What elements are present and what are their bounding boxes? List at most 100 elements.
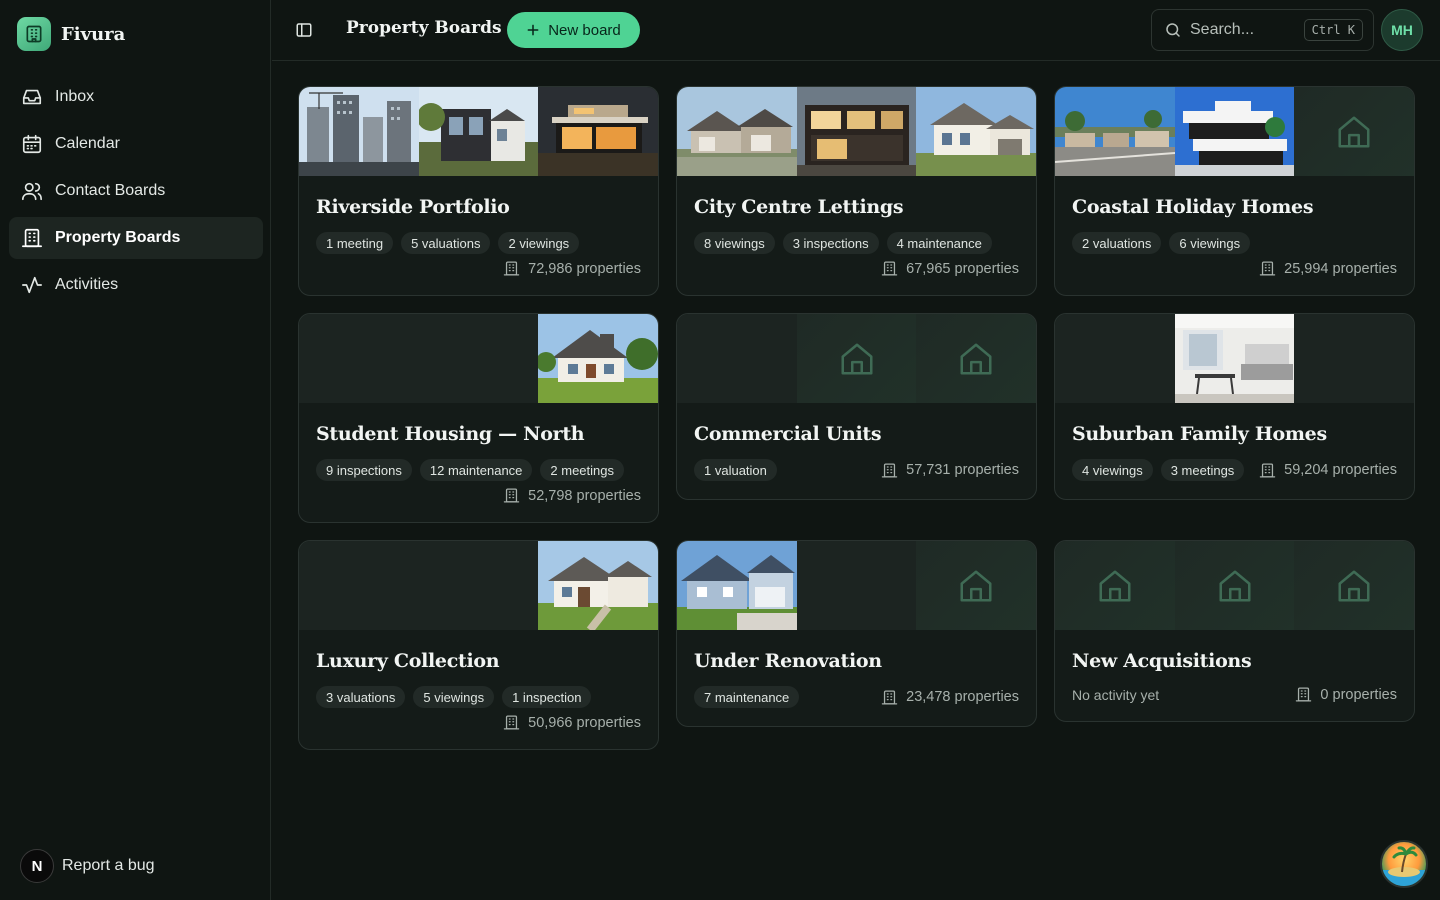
board-title: Under Renovation	[694, 650, 882, 672]
board-title: Luxury Collection	[316, 650, 500, 672]
search-shortcut: Ctrl K	[1303, 19, 1363, 41]
property-photo	[796, 87, 917, 176]
board-meta: 1 valuation 57,731 properties	[694, 459, 1019, 481]
board-thumbnails	[299, 87, 658, 176]
property-count-row: 52,798 properties	[316, 487, 641, 504]
activity-chips: 2 valuations 6 viewings	[1072, 232, 1251, 254]
activity-chip: 9 inspections	[316, 459, 412, 481]
property-count-label: 67,965 properties	[906, 260, 1019, 277]
property-board-card[interactable]: Suburban Family Homes 4 viewings 3 meeting…	[1054, 313, 1415, 500]
new-board-button[interactable]: New board	[507, 12, 640, 48]
brand-name: Fivura	[61, 23, 126, 45]
card-body: Student Housing — North 9 inspections 12 m…	[299, 403, 658, 522]
placeholder-thumbnail	[1055, 541, 1175, 630]
activity-chip: 1 valuation	[694, 459, 777, 481]
board-meta: 4 viewings 3 meetings 59,204 properties	[1072, 459, 1397, 481]
activity-chip: 7 maintenance	[694, 686, 800, 708]
report-bug-link[interactable]: N Report a bug	[20, 848, 155, 884]
board-thumbnails	[299, 541, 658, 630]
property-photo	[1174, 87, 1295, 176]
activity-chips: 1 meeting 5 valuations 2 viewings	[316, 232, 580, 254]
activity-chip: 3 meetings	[1160, 459, 1245, 481]
property-count-label: 59,204 properties	[1284, 462, 1397, 478]
property-board-card[interactable]: Luxury Collection 3 valuations 5 viewings 1…	[298, 540, 659, 750]
activity-chip: 4 viewings	[1072, 459, 1153, 481]
property-board-card[interactable]: Coastal Holiday Homes 2 valuations 6 viewi…	[1054, 86, 1415, 296]
property-board-card[interactable]: Commercial Units 1 valuation 57,731 proper…	[676, 313, 1037, 500]
placeholder-thumbnail	[1294, 541, 1414, 630]
property-board-card[interactable]: Under Renovation 7 maintenance 23,478 prop…	[676, 540, 1037, 727]
property-board-card[interactable]: City Centre Lettings 8 viewings 3 inspecti…	[676, 86, 1037, 296]
placeholder-thumbnail	[1294, 87, 1414, 176]
property-photo	[677, 87, 797, 176]
board-thumbnails	[677, 314, 1036, 403]
property-photo	[916, 87, 1036, 176]
house-placeholder-icon	[1218, 569, 1251, 602]
sidebar: Fivura Inbox Calendar Contact Boards Pro…	[0, 0, 271, 900]
property-count-row: 25,994 properties	[1072, 260, 1397, 277]
sidebar-item-property-boards[interactable]: Property Boards	[9, 217, 263, 259]
property-photo	[1055, 87, 1175, 176]
property-board-card[interactable]: New Acquisitions No activity yet 0 propert…	[1054, 540, 1415, 722]
sidebar-item-inbox[interactable]: Inbox	[9, 76, 263, 118]
building-icon	[503, 488, 520, 503]
property-count-label: 50,966 properties	[528, 714, 641, 731]
property-count-row: 50,966 properties	[316, 714, 641, 731]
top-bar: Property Boards New board Search... Ctrl…	[272, 0, 1440, 61]
empty-thumbnail	[796, 541, 917, 630]
board-thumbnails	[677, 87, 1036, 176]
property-photo	[538, 87, 658, 176]
property-count: 0 properties	[1295, 686, 1397, 703]
sidebar-item-label: Property Boards	[55, 229, 181, 246]
activity-chips: 7 maintenance	[694, 686, 800, 708]
dev-tools-badge[interactable]: N	[20, 849, 54, 883]
activity-chip: 6 viewings	[1169, 232, 1251, 254]
card-body: City Centre Lettings 8 viewings 3 inspecti…	[677, 176, 1036, 295]
palm-beach-icon	[1382, 846, 1426, 886]
sidebar-item-calendar[interactable]: Calendar	[9, 123, 263, 165]
board-meta: No activity yet 0 properties	[1072, 686, 1397, 703]
user-avatar[interactable]: MH	[1381, 9, 1423, 51]
activity-chip: 1 inspection	[502, 686, 592, 708]
card-body: Under Renovation 7 maintenance 23,478 prop…	[677, 630, 1036, 726]
board-meta: 2 valuations 6 viewings	[1072, 232, 1397, 254]
activity-chips: 1 valuation	[694, 459, 777, 481]
sidebar-item-label: Calendar	[55, 135, 120, 152]
sidebar-item-contact-boards[interactable]: Contact Boards	[9, 170, 263, 212]
property-photo	[538, 541, 658, 630]
empty-thumbnail	[299, 314, 419, 403]
house-placeholder-icon	[1099, 569, 1131, 602]
card-body: New Acquisitions No activity yet 0 propert…	[1055, 630, 1414, 721]
assistant-avatar[interactable]	[1380, 840, 1428, 888]
building-icon	[17, 17, 51, 51]
sidebar-item-label: Contact Boards	[55, 182, 166, 199]
board-thumbnails	[677, 541, 1036, 630]
board-thumbnails	[1055, 314, 1414, 403]
sidebar-item-label: Inbox	[55, 88, 95, 105]
inbox-icon	[22, 89, 42, 105]
board-title: Riverside Portfolio	[316, 196, 510, 218]
card-body: Suburban Family Homes 4 viewings 3 meeting…	[1055, 403, 1414, 499]
property-photo	[538, 314, 658, 403]
property-count-label: 72,986 properties	[528, 260, 641, 277]
search-input[interactable]: Search... Ctrl K	[1151, 9, 1374, 51]
activity-chip: 2 meetings	[540, 459, 624, 481]
property-board-card[interactable]: Riverside Portfolio 1 meeting 5 valuations…	[298, 86, 659, 296]
sidebar-item-activities[interactable]: Activities	[9, 264, 263, 306]
brand[interactable]: Fivura	[17, 16, 125, 52]
users-icon	[22, 182, 42, 201]
building-icon	[881, 462, 898, 478]
activity-chip: 3 valuations	[316, 686, 406, 708]
property-board-card[interactable]: Student Housing — North 9 inspections 12 m…	[298, 313, 659, 523]
board-thumbnails	[1055, 87, 1414, 176]
empty-thumbnail	[1294, 314, 1414, 403]
property-count-row: 72,986 properties	[316, 260, 641, 277]
building-icon	[503, 715, 520, 730]
placeholder-thumbnail	[916, 541, 1036, 630]
sidebar-toggle-button[interactable]	[292, 18, 316, 42]
placeholder-thumbnail	[916, 314, 1036, 403]
house-placeholder-icon	[1338, 115, 1370, 148]
search-placeholder: Search...	[1190, 21, 1255, 38]
report-bug-label: Report a bug	[62, 857, 155, 874]
activity-chip: 8 viewings	[694, 232, 775, 254]
